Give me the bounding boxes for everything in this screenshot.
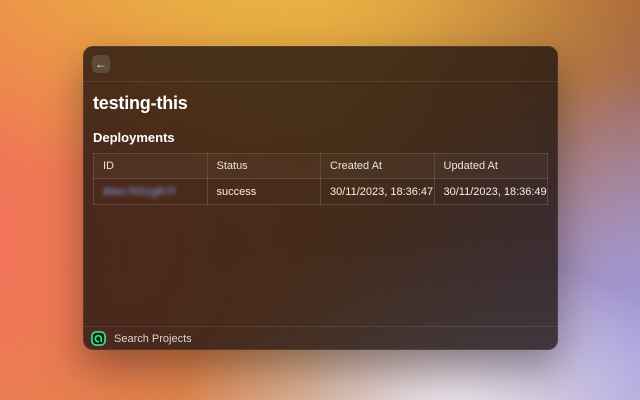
- column-header-created-at: Created At: [321, 154, 435, 179]
- column-header-status: Status: [207, 154, 321, 179]
- deployments-table: ID Status Created At Updated At 86ec7k51…: [93, 153, 548, 205]
- app-window: ← testing-this Deployments ID Status Cre…: [83, 46, 558, 350]
- desktop-background: ← testing-this Deployments ID Status Cre…: [0, 0, 640, 400]
- cell-updated-at: 30/11/2023, 18:36:49: [434, 179, 548, 205]
- column-header-updated-at: Updated At: [434, 154, 548, 179]
- cell-deployment-id: 86ec7k51gth7f: [94, 179, 208, 205]
- green-app-icon: [91, 331, 106, 346]
- main-content: testing-this Deployments ID Status Creat…: [83, 82, 558, 326]
- back-arrow-icon: ←: [95, 58, 107, 70]
- deployment-id-link[interactable]: 86ec7k51gth7f: [103, 186, 175, 198]
- table-row: 86ec7k51gth7f success 30/11/2023, 18:36:…: [94, 179, 548, 205]
- column-header-id: ID: [94, 154, 208, 179]
- cell-created-at: 30/11/2023, 18:36:47: [321, 179, 435, 205]
- cell-status: success: [207, 179, 321, 205]
- page-title: testing-this: [93, 93, 548, 114]
- nav-bar: ←: [83, 46, 558, 82]
- deployments-heading: Deployments: [93, 130, 548, 145]
- back-button[interactable]: ←: [92, 55, 110, 73]
- footer-bar: Search Projects: [83, 326, 558, 350]
- table-header-row: ID Status Created At Updated At: [94, 154, 548, 179]
- footer-command-label[interactable]: Search Projects: [114, 333, 192, 345]
